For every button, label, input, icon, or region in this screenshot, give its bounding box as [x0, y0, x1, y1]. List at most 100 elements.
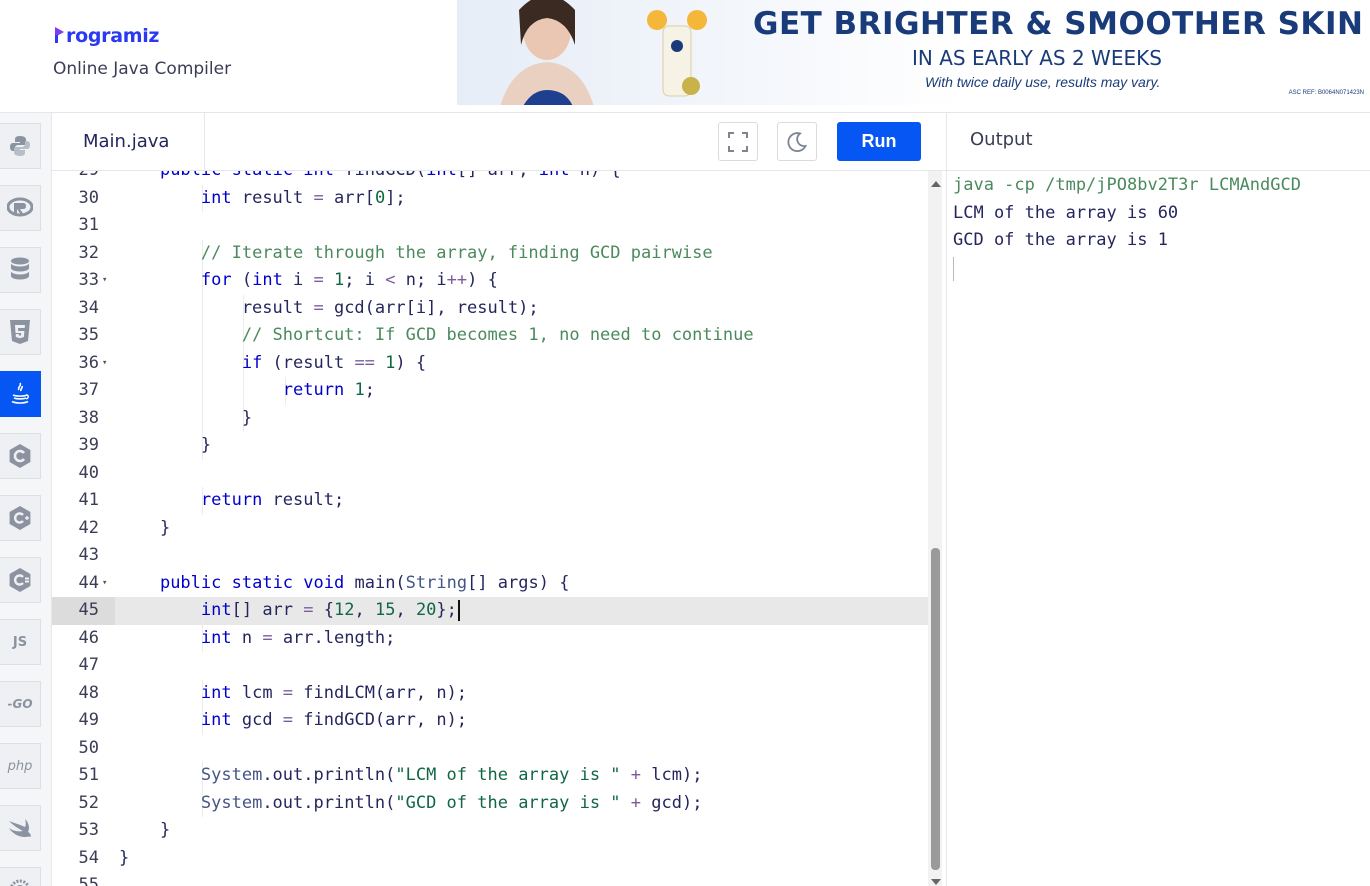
editor-scrollbar[interactable]	[928, 171, 942, 886]
sidebar-item-swift[interactable]	[0, 805, 41, 851]
code-line[interactable]: 51 System.out.println("LCM of the array …	[52, 762, 928, 790]
fold-arrow-icon[interactable]: ▾	[102, 350, 112, 378]
programiz-logo-icon	[55, 27, 64, 43]
output-line: LCM of the array is 60	[953, 202, 1179, 223]
code-line[interactable]: 43	[52, 542, 928, 570]
code-line[interactable]: 30 int result = arr[0];	[52, 184, 928, 212]
code-text: return result;	[200, 490, 345, 510]
ad-subheadline: IN AS EARLY AS 2 WEEKS	[912, 46, 1162, 70]
code-text: }	[119, 435, 212, 455]
code-line[interactable]: 55	[52, 872, 928, 886]
line-number: 53	[78, 820, 99, 840]
code-text: public static int findGCD(int[] arr, int…	[119, 171, 621, 185]
sidebar-item-c[interactable]	[0, 433, 41, 479]
sidebar-item-html[interactable]	[0, 309, 41, 355]
output-command-line: java -cp /tmp/jPO8bv2T3r LCMAndGCD	[953, 175, 1301, 195]
sidebar-item-java[interactable]	[0, 371, 41, 417]
theme-toggle-button[interactable]	[777, 122, 817, 161]
ad-product-image	[647, 10, 707, 97]
line-number: 45	[52, 597, 115, 625]
fold-arrow-icon[interactable]: ▾	[102, 267, 112, 295]
sidebar-item-go[interactable]: -GO	[0, 681, 41, 727]
cpp-icon	[9, 506, 31, 530]
code-line[interactable]: 53 }	[52, 817, 928, 845]
code-line[interactable]: 37 return 1;	[52, 377, 928, 405]
sidebar-item-rust[interactable]	[0, 867, 41, 886]
code-line[interactable]: 39 }	[52, 432, 928, 460]
line-number: 52	[78, 792, 99, 813]
editor-toolbar: Main.java Run	[52, 113, 946, 171]
csharp-icon	[9, 568, 31, 592]
code-line[interactable]: 46 int n = arr.length;	[52, 624, 928, 652]
sidebar-item-python[interactable]	[0, 123, 41, 169]
sidebar-item-sql[interactable]	[0, 247, 41, 293]
js-icon: JS	[12, 634, 28, 650]
fullscreen-button[interactable]	[718, 122, 758, 161]
line-number: 37	[78, 380, 99, 400]
line-number: 47	[78, 655, 99, 675]
code-line[interactable]: 36 ▾ if (result == 1) {	[52, 349, 928, 378]
line-number: 42	[78, 517, 99, 538]
code-editor[interactable]: 29 public static int findGCD(int[] arr, …	[52, 171, 946, 886]
code-line[interactable]: 31	[52, 212, 928, 240]
sidebar-item-r[interactable]	[0, 185, 41, 231]
code-line[interactable]: 42 }	[52, 515, 928, 543]
c-icon	[9, 444, 31, 468]
code-line[interactable]: 29 public static int findGCD(int[] arr, …	[52, 171, 928, 185]
code-line[interactable]: 38 }	[52, 404, 928, 432]
scroll-up-arrow[interactable]	[931, 181, 941, 187]
code-line[interactable]: 33 ▾ for (int i = 1; i < n; i++) {	[52, 267, 928, 295]
line-number: 29	[52, 171, 115, 185]
ad-reference: ASC REF: B0064N071423N	[1288, 90, 1364, 96]
fold-arrow-icon[interactable]: ▾	[102, 570, 112, 598]
line-number: 46	[78, 627, 99, 648]
sidebar-item-csharp[interactable]	[0, 557, 41, 603]
code-line[interactable]: 44 ▾ public static void main(String[] arg…	[52, 570, 928, 598]
rust-icon	[10, 879, 30, 886]
logo-text: rogramiz	[66, 25, 160, 47]
code-line[interactable]: 49 int gcd = findGCD(arr, n);	[52, 707, 928, 735]
ad-banner[interactable]: GET BRIGHTER & SMOOTHER SKIN IN AS EARLY…	[457, 0, 1370, 105]
tab-main-java[interactable]: Main.java	[52, 113, 205, 170]
code-line[interactable]: 50	[52, 735, 928, 763]
code-line[interactable]: 48 int lcm = findLCM(arr, n);	[52, 679, 928, 707]
ad-model-image	[500, 0, 594, 105]
code-line[interactable]: 41 return result;	[52, 487, 928, 515]
sidebar-item-js[interactable]: JS	[0, 619, 41, 665]
language-sidebar: JS -GO php	[0, 113, 52, 886]
programiz-logo[interactable]: rogramiz	[54, 24, 159, 47]
code-text: int gcd = findGCD(arr, n);	[200, 710, 468, 730]
sidebar-item-php[interactable]: php	[0, 743, 41, 789]
code-line[interactable]: 45 int[] arr = {12, 15, 20};	[52, 597, 928, 625]
code-line[interactable]: 34 result = gcd(arr[i], result);	[52, 294, 928, 322]
code-text: }	[119, 820, 171, 840]
code-line[interactable]: 47	[52, 652, 928, 680]
code-line[interactable]: 35 // Shortcut: If GCD becomes 1, no nee…	[52, 322, 928, 350]
code-line[interactable]: 54}	[52, 845, 928, 873]
output-title: Output	[970, 129, 1033, 150]
line-number: 34	[78, 297, 99, 318]
line-number: 30	[78, 187, 99, 208]
code-lines: 29 public static int findGCD(int[] arr, …	[52, 171, 928, 886]
code-text: if (result == 1) {	[241, 352, 427, 373]
scroll-thumb[interactable]	[931, 548, 940, 870]
code-line[interactable]: 32 // Iterate through the array, finding…	[52, 239, 928, 267]
code-text: int lcm = findLCM(arr, n);	[200, 682, 468, 703]
sidebar-item-cpp[interactable]	[0, 495, 41, 541]
ad-note: With twice daily use, results may vary.	[925, 74, 1161, 90]
fullscreen-icon	[728, 131, 748, 152]
code-line[interactable]: 52 System.out.println("GCD of the array …	[52, 789, 928, 817]
php-icon: php	[7, 758, 33, 774]
line-number: 43	[78, 545, 99, 565]
output-console[interactable]: java -cp /tmp/jPO8bv2T3r LCMAndGCD LCM o…	[946, 171, 1370, 886]
code-text: }	[119, 847, 130, 868]
run-button[interactable]: Run	[837, 122, 921, 161]
code-text: int n = arr.length;	[200, 627, 396, 648]
text-cursor	[457, 599, 460, 621]
ad-headline: GET BRIGHTER & SMOOTHER SKIN	[753, 6, 1364, 42]
code-line[interactable]: 40	[52, 460, 928, 488]
line-number: 51	[78, 765, 99, 785]
code-text: public static void main(String[] args) {	[159, 572, 570, 593]
code-text: result = gcd(arr[i], result);	[119, 297, 539, 318]
scroll-down-arrow[interactable]	[931, 879, 941, 885]
